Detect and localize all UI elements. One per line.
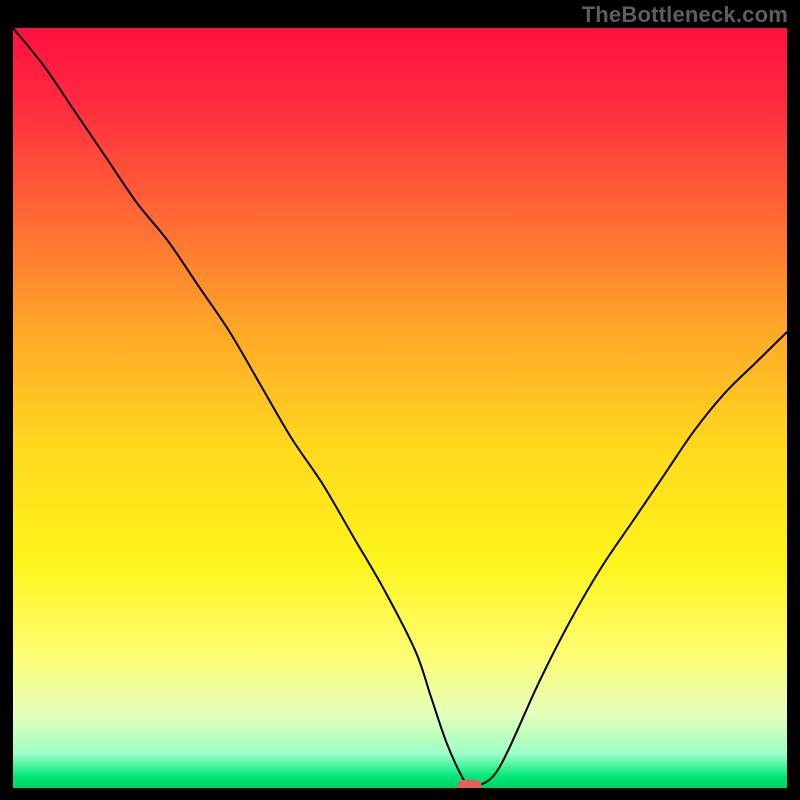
chart-container: TheBottleneck.com bbox=[0, 0, 800, 800]
watermark-text: TheBottleneck.com bbox=[582, 2, 788, 28]
chart-svg bbox=[13, 28, 787, 788]
optimal-point-marker bbox=[458, 780, 482, 788]
gradient-background bbox=[13, 28, 787, 788]
plot-area bbox=[13, 28, 787, 788]
